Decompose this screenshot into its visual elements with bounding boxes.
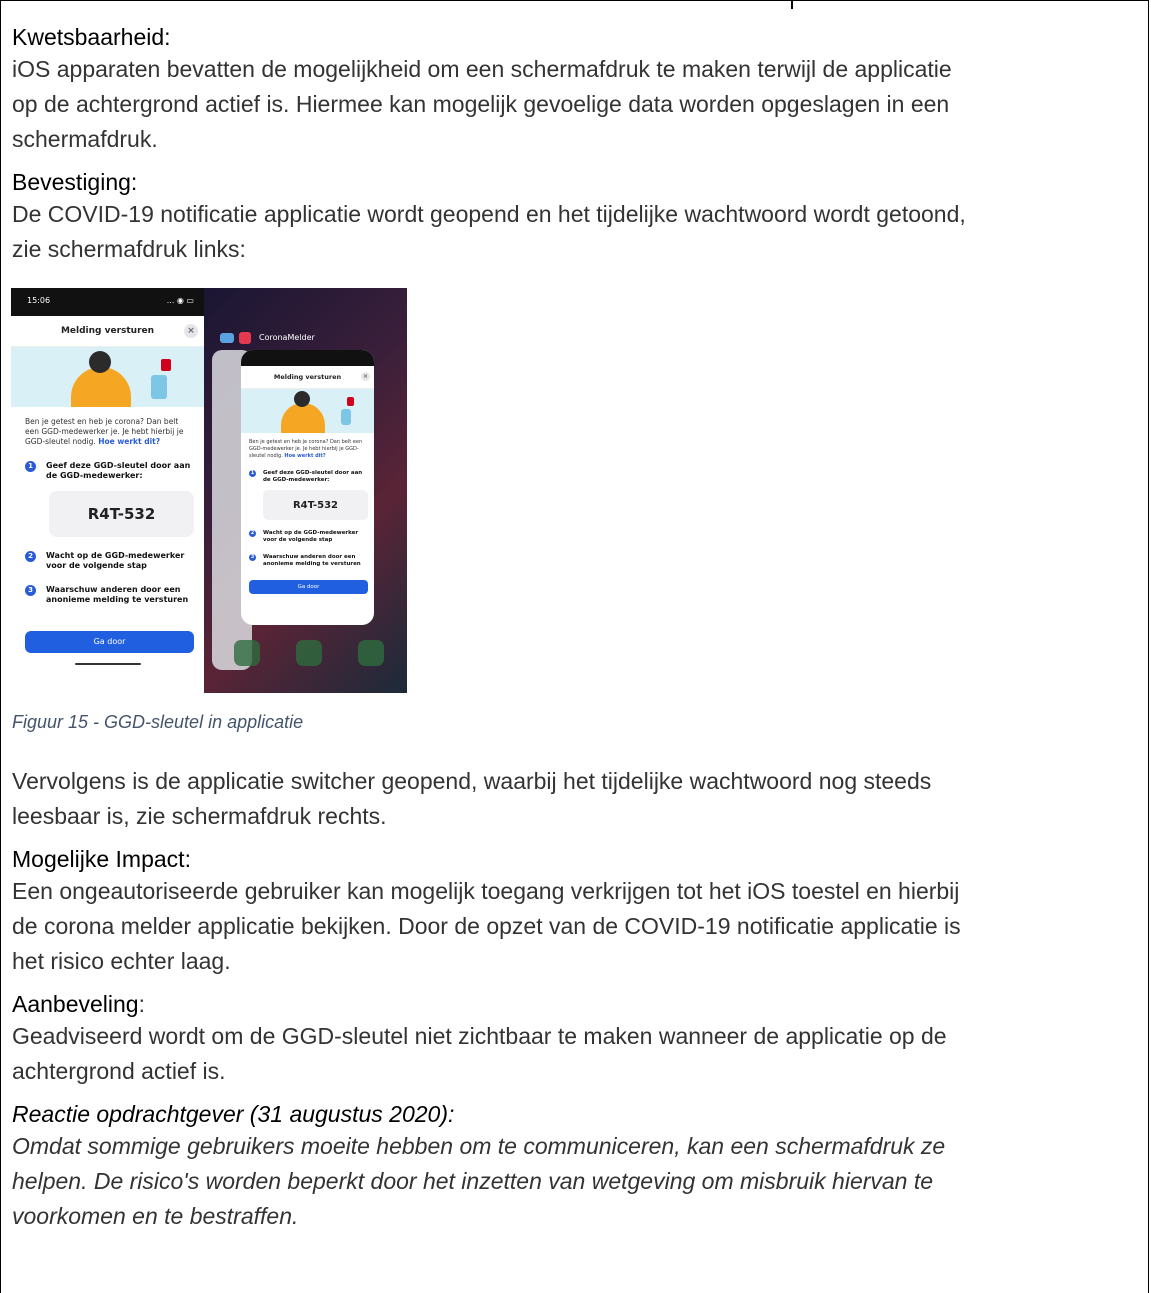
head-illustration [294,391,310,407]
sheet-header: Melding versturen × [11,316,204,347]
recommendation-line: achtergrond actief is. [12,1058,226,1084]
illustration [11,347,204,407]
step-text: Wacht op de GGD-medewerker voor de volge… [46,551,185,570]
recommendation-line: Geadviseerd wordt om de GGD-sleutel niet… [12,1023,947,1049]
step-number: 1 [25,461,36,472]
step-item: 2 Wacht op de GGD-medewerker voor de vol… [11,537,204,571]
person-illustration [71,367,131,407]
dock-app-icon[interactable] [358,640,384,666]
app-switcher-screenshot: CoronaMelder Melding versturen × Ben je … [204,288,407,693]
document-body-lower: Figuur 15 - GGD-sleutel in applicatie Ve… [12,710,1142,1234]
step-text: Waarschuw anderen door een anonieme meld… [46,585,189,604]
sheet-title: Melding versturen [60,326,155,336]
app-switcher-card[interactable]: Melding versturen × Ben je getest en heb… [241,350,374,625]
status-time: 15:06 [27,296,51,305]
step-item: 1 Geef deze GGD-sleutel door aan de GGD-… [241,460,374,484]
dock-app-icon[interactable] [296,640,322,666]
step-number: 2 [25,551,36,562]
previous-app-icon [220,333,234,343]
client-response-line: Omdat sommige gebruikers moeite hebben o… [12,1133,946,1159]
figure-screenshots: 15:06 ... ◉ ▭ Melding versturen × Ben je… [11,288,407,693]
vulnerability-line: schermafdruk. [12,126,158,152]
step-item: 3 Waarschuw anderen door een anonieme me… [241,544,374,568]
impact-line: Een ongeautoriseerde gebruiker kan mogel… [12,878,960,904]
after-figure-line: leesbaar is, zie schermafdruk rechts. [12,803,387,829]
sheet-title: Melding versturen [273,373,342,381]
how-it-works-link: Hoe werkt dit? [284,453,326,459]
intro-text: Ben je getest en heb je corona? Dan belt… [241,433,374,460]
continue-button: Ga door [249,580,368,594]
step-number: 3 [25,585,36,596]
step-item: 2 Wacht op de GGD-medewerker voor de vol… [241,520,374,544]
how-it-works-link[interactable]: Hoe werkt dit? [98,437,160,446]
app-switcher-label: CoronaMelder [259,333,315,342]
alert-icon [161,359,171,371]
impact-line: de corona melder applicatie bekijken. Do… [12,913,961,939]
intro-text: Ben je getest en heb je corona? Dan belt… [11,407,204,447]
confirmation-line: De COVID-19 notificatie applicatie wordt… [12,201,966,227]
recommendation-colon: : [138,991,145,1017]
status-bar: 15:06 ... ◉ ▭ [11,288,204,316]
client-response-line: helpen. De risico's worden beperkt door … [12,1168,934,1194]
step-number: 3 [249,554,256,561]
after-figure-line: Vervolgens is de applicatie switcher geo… [12,768,932,794]
close-icon: × [361,372,370,381]
vulnerability-line: op de achtergrond actief is. Hiermee kan… [12,91,950,117]
dock [224,640,394,674]
impact-line: het risico echter laag. [12,948,231,974]
phone-illustration [341,409,351,425]
step-text: Geef deze GGD-sleutel door aan de GGD-me… [263,470,363,483]
ggd-key-box: R4T-532 [263,490,368,520]
status-icons: ... ◉ ▭ [166,296,194,305]
document-body: Kwetsbaarheid: iOS apparaten bevatten de… [12,22,1142,267]
close-icon[interactable]: × [184,324,198,338]
confirmation-heading: Bevestiging: [12,169,138,195]
dock-app-icon[interactable] [234,640,260,666]
step-number: 2 [249,530,256,537]
step-number: 1 [249,470,256,477]
step-text: Wacht op de GGD-medewerker voor de volge… [263,530,359,543]
continue-button[interactable]: Ga door [25,631,194,653]
impact-heading: Mogelijke Impact: [12,846,191,872]
confirmation-line: zie schermafdruk links: [12,236,246,262]
client-response-heading: Reactie opdrachtgever (31 augustus 2020)… [12,1101,455,1127]
sheet-header: Melding versturen × [241,366,374,389]
table-divider [791,0,793,9]
vulnerability-line: iOS apparaten bevatten de mogelijkheid o… [12,56,952,82]
recommendation-heading: Aanbeveling: [12,989,1142,1019]
ggd-key-box: R4T-532 [49,491,194,537]
phone-illustration [151,375,167,399]
step-item: 3 Waarschuw anderen door een anonieme me… [11,571,204,605]
recommendation-title: Aanbeveling [12,991,139,1017]
figure-caption: Figuur 15 - GGD-sleutel in applicatie [12,712,304,732]
coronamelder-icon [239,332,251,344]
illustration [241,389,374,433]
home-indicator [74,663,141,665]
person-illustration [281,403,325,433]
vulnerability-heading: Kwetsbaarheid: [12,24,171,50]
alert-icon [347,397,354,406]
head-illustration [89,351,111,373]
app-screenshot: 15:06 ... ◉ ▭ Melding versturen × Ben je… [11,288,204,693]
step-item: 1 Geef deze GGD-sleutel door aan de GGD-… [11,447,204,481]
step-text: Waarschuw anderen door een anonieme meld… [263,554,361,567]
client-response-line: voorkomen en te bestraffen. [12,1203,299,1229]
step-text: Geef deze GGD-sleutel door aan de GGD-me… [46,461,191,480]
